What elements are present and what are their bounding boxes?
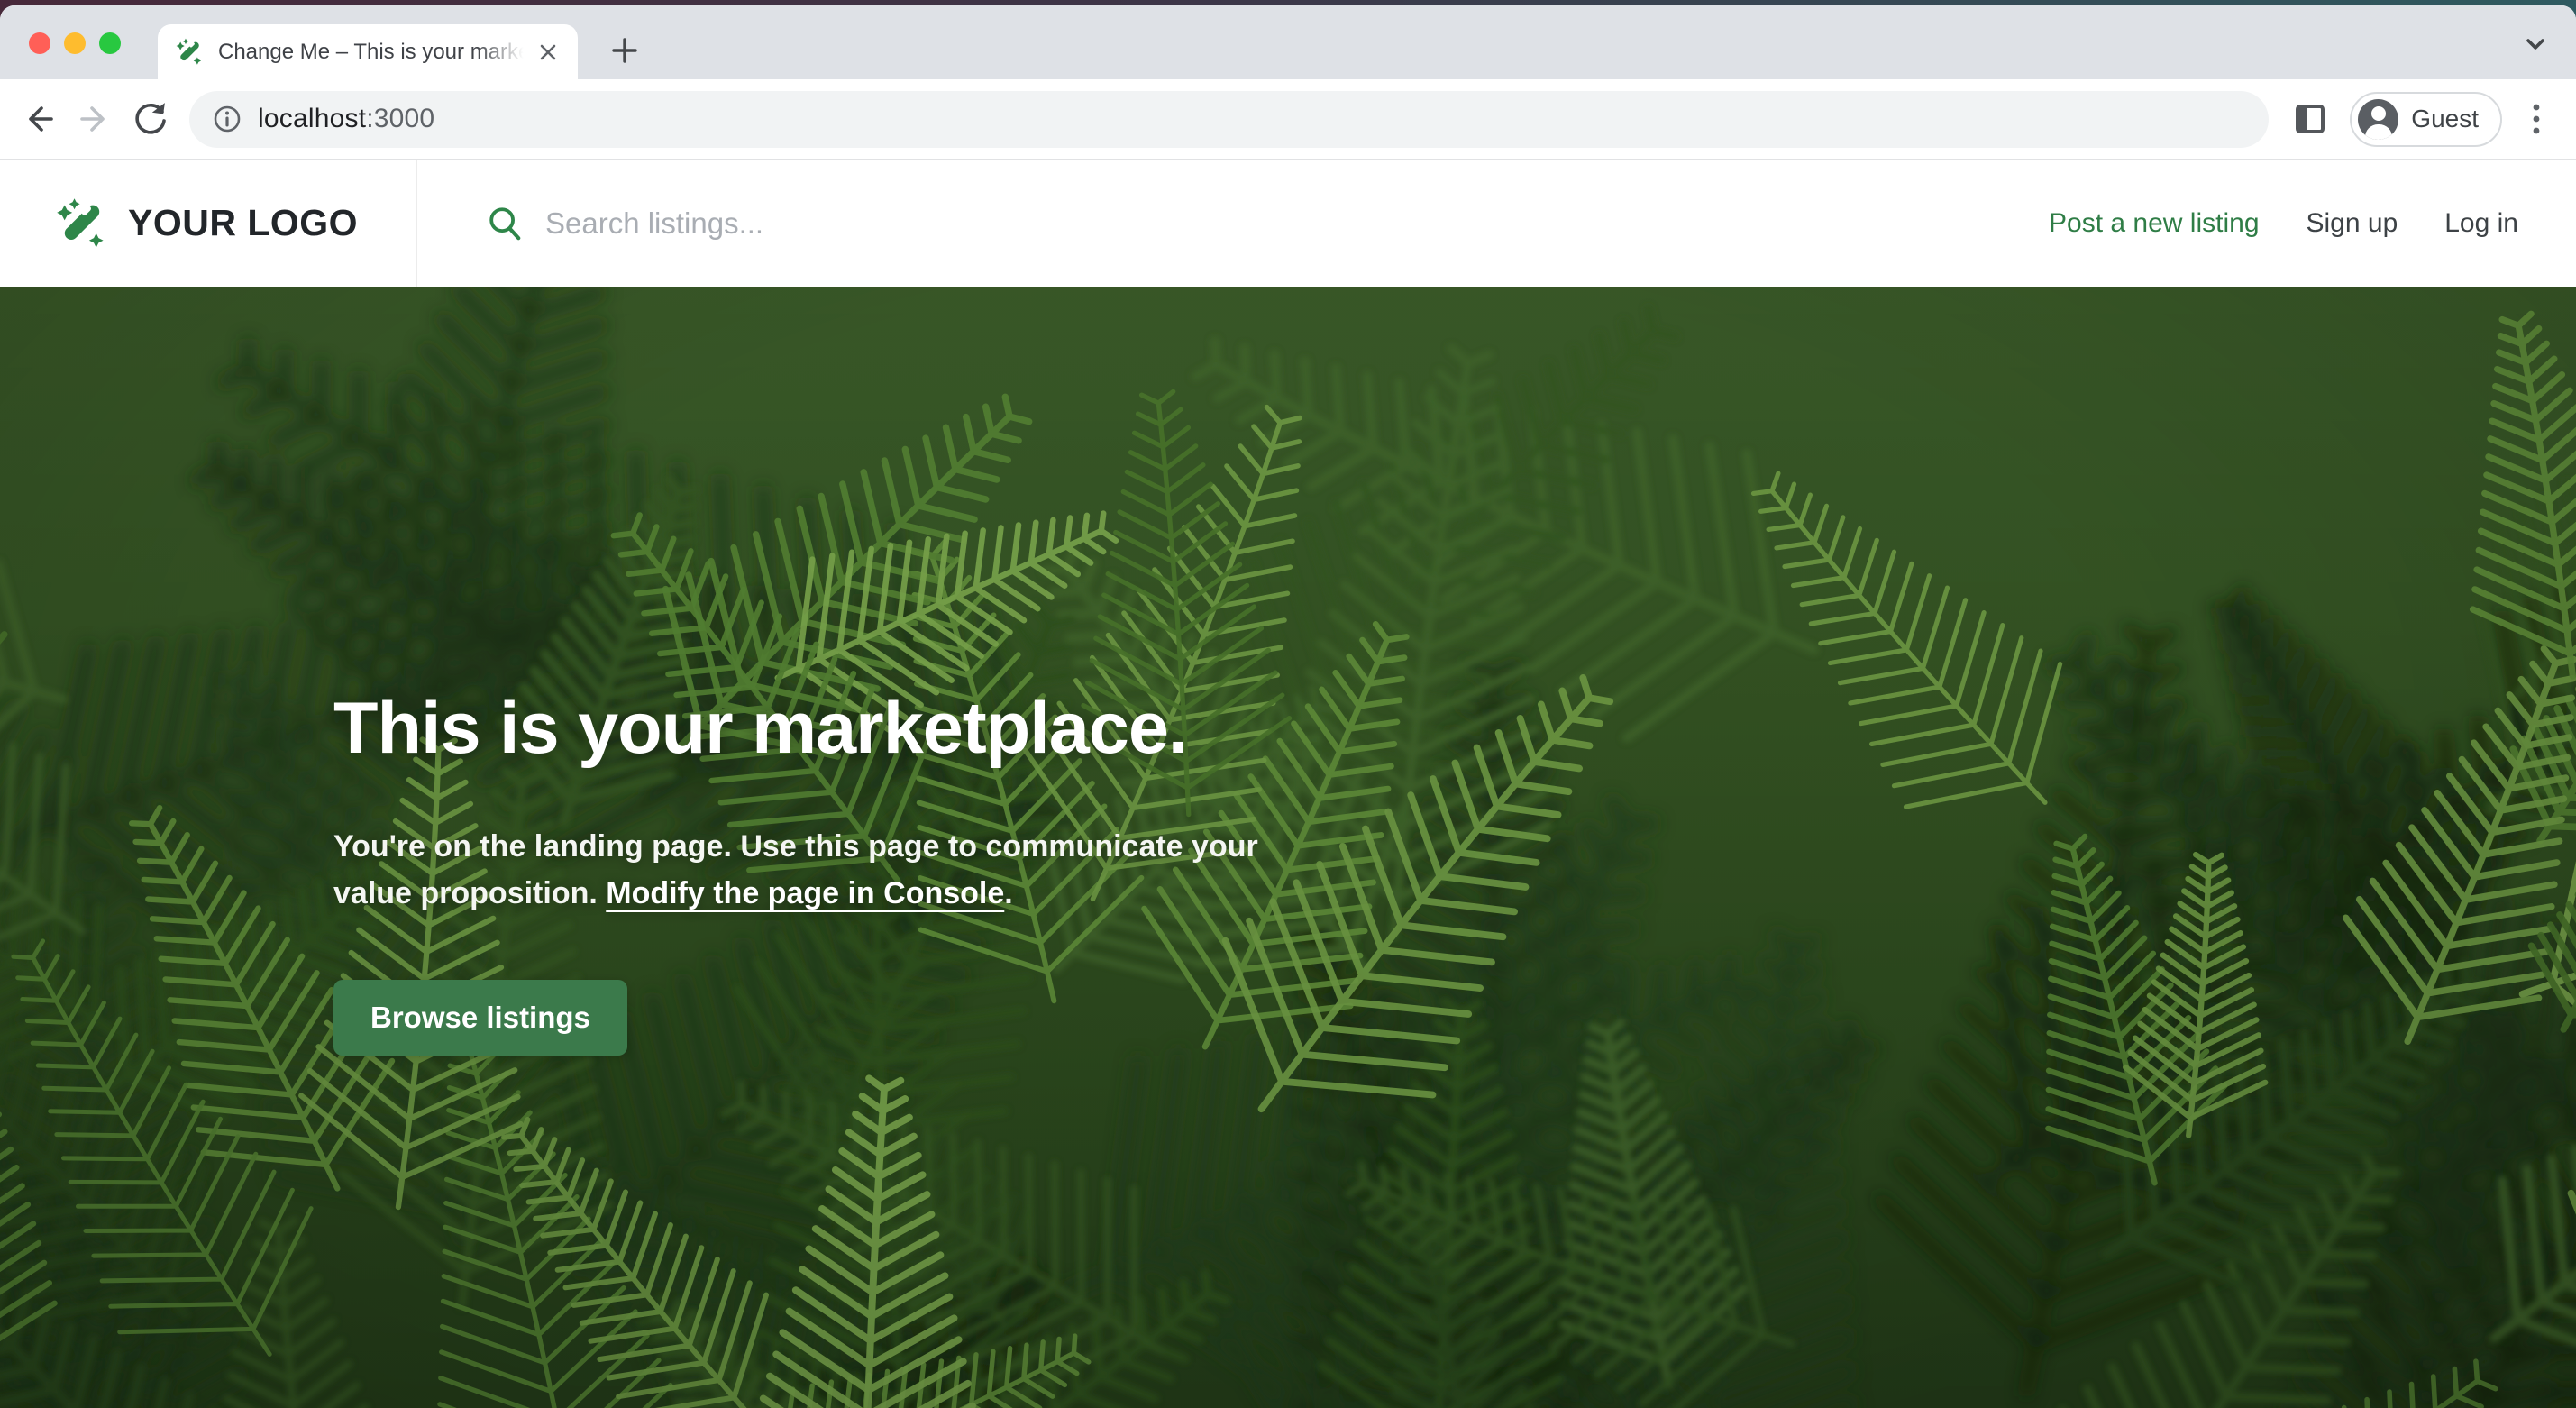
browser-menu-button[interactable] (2518, 97, 2554, 141)
reload-button[interactable] (129, 97, 172, 141)
back-button[interactable] (17, 97, 60, 141)
site-topbar: YOUR LOGO Post a new listing Sign up Log… (0, 160, 2576, 287)
wand-logo-icon (56, 197, 108, 250)
hero-subtitle: You're on the landing page. Use this pag… (333, 823, 1271, 917)
log-in-link[interactable]: Log in (2444, 208, 2518, 239)
close-window-button[interactable] (29, 32, 50, 54)
hero-section: This is your marketplace. You're on the … (0, 287, 2576, 1408)
sign-up-link[interactable]: Sign up (2307, 208, 2398, 239)
browser-window: Change Me – This is your marketplace. (0, 5, 2576, 1408)
wand-favicon-icon (176, 38, 204, 66)
hero-subtitle-line1: You're on the landing page. Use this pag… (333, 823, 1271, 870)
traffic-lights (29, 32, 121, 54)
plus-icon (611, 37, 638, 64)
minimize-window-button[interactable] (64, 32, 86, 54)
url-text: localhost:3000 (258, 104, 434, 134)
hero-subtitle-suffix: . (1004, 876, 1012, 910)
chevron-down-icon (2520, 29, 2551, 59)
search-icon (486, 205, 524, 242)
logo-link[interactable]: YOUR LOGO (0, 160, 417, 287)
tab-strip: Change Me – This is your marketplace. (0, 5, 2576, 79)
address-bar[interactable]: localhost:3000 (189, 91, 2269, 148)
profile-button[interactable]: Guest (2350, 92, 2502, 147)
side-panel-icon (2292, 101, 2328, 137)
url-host: localhost (258, 104, 366, 133)
close-tab-icon[interactable] (533, 37, 563, 68)
hero-subtitle-line2-prefix: value proposition. (333, 876, 606, 910)
search-section (417, 160, 2049, 287)
url-port: :3000 (366, 104, 434, 133)
site-info-icon[interactable] (213, 105, 242, 133)
reload-icon (131, 99, 170, 139)
forward-arrow-icon (75, 99, 114, 139)
forward-button[interactable] (73, 97, 116, 141)
logo-text: YOUR LOGO (128, 202, 358, 244)
browser-toolbar: localhost:3000 Guest (0, 79, 2576, 160)
zoom-window-button[interactable] (99, 32, 121, 54)
new-tab-button[interactable] (602, 28, 647, 73)
topbar-nav: Post a new listing Sign up Log in (2049, 160, 2576, 287)
avatar-icon (2358, 99, 2398, 140)
tab-title: Change Me – This is your marketplace. (218, 40, 533, 65)
hero-title: This is your marketplace. (333, 687, 2576, 771)
browser-tab[interactable]: Change Me – This is your marketplace. (158, 24, 578, 79)
browse-listings-button[interactable]: Browse listings (333, 980, 627, 1056)
search-input[interactable] (544, 206, 1355, 242)
post-new-listing-link[interactable]: Post a new listing (2049, 208, 2259, 239)
hero-subtitle-line2: value proposition. Modify the page in Co… (333, 870, 1271, 917)
side-panel-button[interactable] (2287, 96, 2334, 142)
profile-label: Guest (2411, 105, 2479, 133)
tab-search-chevron-button[interactable] (2520, 29, 2551, 59)
modify-page-console-link[interactable]: Modify the page in Console (606, 876, 1004, 910)
hero-content: This is your marketplace. You're on the … (0, 287, 2576, 1056)
kebab-menu-icon (2531, 99, 2542, 139)
back-arrow-icon (19, 99, 59, 139)
